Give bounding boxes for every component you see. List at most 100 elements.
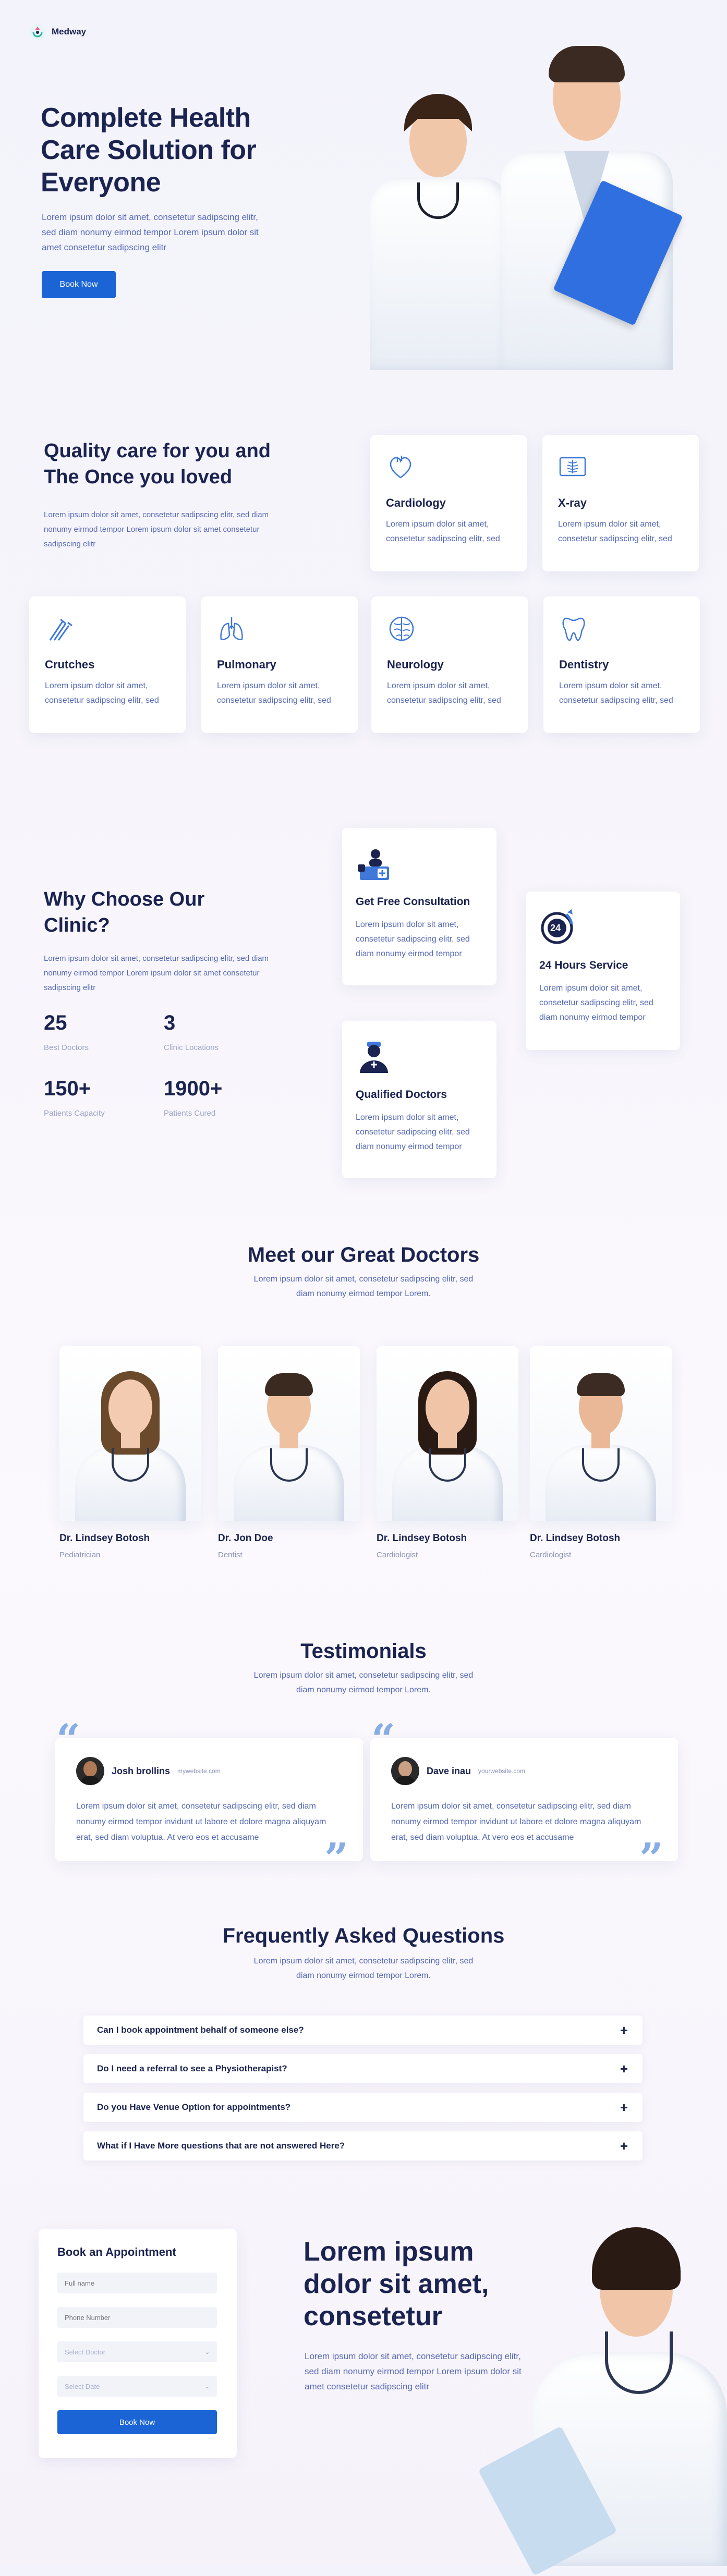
plus-icon[interactable]: + (620, 2138, 628, 2154)
avatar (391, 1757, 419, 1785)
neck-shape (121, 1433, 140, 1448)
hero-title: Complete Health Care Solution for Everyo… (41, 103, 257, 198)
chevron-down-icon: ⌄ (204, 2349, 210, 2355)
feature-description: Lorem ipsum dolor sit amet, consetetur s… (356, 920, 470, 958)
feature-card-consultation[interactable]: Get Free Consultation Lorem ipsum dolor … (342, 828, 496, 985)
why-title: Why Choose Our Clinic? (44, 888, 205, 936)
hero-book-now-button[interactable]: Book Now (42, 271, 116, 298)
close-quote-icon: ” (639, 1834, 664, 1883)
service-card-neurology[interactable]: Neurology Lorem ipsum dolor sit amet, con… (371, 596, 528, 733)
select-doctor-value: Select Doctor (65, 2348, 106, 2356)
doctor-card[interactable] (377, 1346, 518, 1521)
stat-value: 150+ (44, 1077, 91, 1100)
testimonial-header: Josh brollins mywebsite.com (76, 1757, 342, 1785)
faq-title: Frequently Asked Questions (222, 1924, 505, 1947)
testimonial-site: mywebsite.com (177, 1767, 221, 1775)
faq-item[interactable]: Can I book appointment behalf of someone… (83, 2016, 643, 2045)
service-description: Lorem ipsum dolor sit amet, consetetur s… (45, 681, 159, 705)
doctor-icon (356, 1039, 392, 1075)
feature-description: Lorem ipsum dolor sit amet, consetetur s… (356, 1113, 470, 1151)
stat-value: 25 (44, 1011, 67, 1034)
faq-item[interactable]: Do I need a referral to see a Physiother… (83, 2054, 643, 2083)
service-description: Lorem ipsum dolor sit amet, consetetur s… (386, 520, 500, 543)
landing-page: Medway Complete Health Care Solution for… (0, 0, 727, 2576)
faq-item[interactable]: Do you Have Venue Option for appointment… (83, 2093, 643, 2122)
faq-item[interactable]: What if I Have More questions that are n… (83, 2131, 643, 2160)
service-name: Neurology (387, 658, 444, 671)
service-name: Dentistry (559, 658, 609, 671)
hair-shape (577, 1373, 625, 1396)
stat-value: 1900+ (164, 1077, 223, 1100)
close-quote-icon: ” (324, 1834, 349, 1883)
service-name: Cardiology (386, 496, 446, 509)
heart-icon (386, 453, 415, 482)
testimonial-name: Dave inau (427, 1765, 471, 1776)
service-description: Lorem ipsum dolor sit amet, consetetur s… (558, 520, 672, 543)
neck-shape (280, 1433, 298, 1448)
24-hours-icon: 24 (539, 909, 576, 946)
feature-name: Qualified Doctors (356, 1089, 447, 1101)
select-date-dropdown[interactable]: Select Date ⌄ (57, 2376, 217, 2397)
doctor-role: Pediatrician (59, 1551, 101, 1559)
select-date-value: Select Date (65, 2382, 100, 2390)
faq-question: Can I book appointment behalf of someone… (97, 2025, 304, 2035)
service-description: Lorem ipsum dolor sit amet, consetetur s… (217, 681, 331, 705)
appointment-book-now-button[interactable]: Book Now (57, 2410, 217, 2434)
doctors-title: Meet our Great Doctors (247, 1243, 480, 1266)
doctor-card[interactable] (218, 1346, 360, 1521)
feature-description: Lorem ipsum dolor sit amet, consetetur s… (539, 984, 653, 1022)
select-doctor-dropdown[interactable]: Select Doctor ⌄ (57, 2341, 217, 2362)
doctor-card[interactable] (59, 1346, 201, 1521)
stat-patients-capacity: 150+ Patients Capacity (44, 1077, 105, 1118)
testimonial-site: yourwebsite.com (478, 1767, 526, 1775)
neck-shape (438, 1433, 457, 1448)
quality-title: Quality care for you and The Once you lo… (44, 440, 271, 488)
logo-icon (29, 23, 46, 41)
tooth-icon (559, 614, 588, 643)
stat-label: Best Doctors (44, 1043, 89, 1052)
stat-label: Patients Cured (164, 1109, 216, 1118)
stat-value: 3 (164, 1011, 176, 1034)
feature-name: 24 Hours Service (539, 959, 628, 971)
plus-icon[interactable]: + (620, 2099, 628, 2116)
doctor-photo (377, 1346, 518, 1521)
brain-icon (387, 614, 416, 643)
doctor-card[interactable] (530, 1346, 672, 1521)
feature-card-24-hours[interactable]: 24 24 Hours Service Lorem ipsum dolor si… (526, 892, 680, 1050)
quality-description: Lorem ipsum dolor sit amet, consetetur s… (44, 510, 269, 548)
stat-best-doctors: 25 Best Doctors (44, 1011, 89, 1052)
testimonials-title: Testimonials (300, 1640, 427, 1663)
plus-icon[interactable]: + (620, 2022, 628, 2038)
doctor-photo (530, 1346, 672, 1521)
doctor-photo (218, 1346, 360, 1521)
full-name-input[interactable] (57, 2273, 217, 2293)
service-card-x-ray[interactable]: X-ray Lorem ipsum dolor sit amet, consete… (542, 435, 699, 571)
appointment-form: Book an Appointment Select Doctor ⌄ Sele… (39, 2229, 237, 2458)
stat-clinic-locations: 3 Clinic Locations (164, 1011, 219, 1052)
testimonial-text: Lorem ipsum dolor sit amet, consetetur s… (76, 1802, 326, 1842)
service-card-pulmonary[interactable]: Pulmonary Lorem ipsum dolor sit amet, con… (201, 596, 358, 733)
stat-patients-cured: 1900+ Patients Cured (164, 1077, 222, 1118)
doctor-name: Dr. Jon Doe (218, 1533, 273, 1544)
service-card-crutches[interactable]: Crutches Lorem ipsum dolor sit amet, cons… (29, 596, 186, 733)
doctor-role: Cardiologist (377, 1551, 418, 1559)
service-card-dentistry[interactable]: Dentistry Lorem ipsum dolor sit amet, con… (543, 596, 700, 733)
faq-question: What if I Have More questions that are n… (97, 2141, 345, 2151)
plus-icon[interactable]: + (620, 2061, 628, 2077)
hero-doctors-image (360, 36, 694, 370)
faq-description: Lorem ipsum dolor sit amet, consetetur s… (253, 1957, 474, 1980)
why-description: Lorem ipsum dolor sit amet, consetetur s… (44, 954, 269, 992)
clock-label: 24 (550, 923, 561, 933)
service-card-cardiology[interactable]: Cardiology Lorem ipsum dolor sit amet, co… (370, 435, 527, 571)
doctor-photo (59, 1346, 201, 1521)
head-shape (426, 1379, 469, 1436)
phone-number-input[interactable] (57, 2307, 217, 2328)
xray-icon (558, 453, 587, 482)
service-description: Lorem ipsum dolor sit amet, consetetur s… (559, 681, 673, 705)
feature-card-qualified-doctors[interactable]: Qualified Doctors Lorem ipsum dolor sit … (342, 1021, 496, 1178)
service-description: Lorem ipsum dolor sit amet, consetetur s… (387, 681, 501, 705)
doctor-name: Dr. Lindsey Botosh (59, 1533, 150, 1544)
doctor-name: Dr. Lindsey Botosh (530, 1533, 621, 1544)
brand-logo[interactable]: Medway (29, 23, 86, 41)
faq-question: Do I need a referral to see a Physiother… (97, 2064, 287, 2073)
